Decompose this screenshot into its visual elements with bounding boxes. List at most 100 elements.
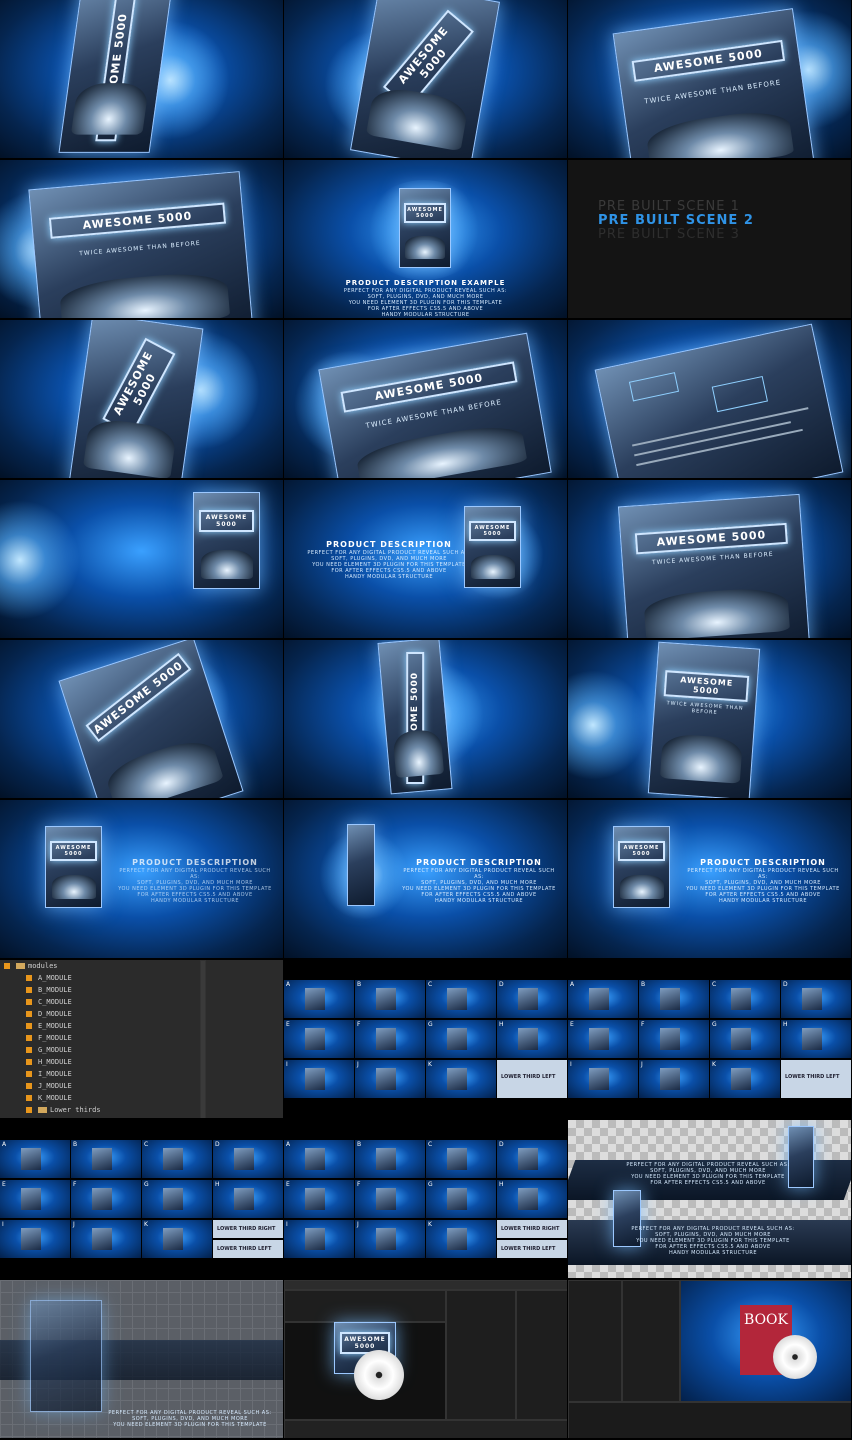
tree-item[interactable]: B_MODULE xyxy=(0,984,200,996)
tree-item[interactable]: H_MODULE xyxy=(0,1056,200,1068)
thumb-c[interactable]: C xyxy=(426,980,496,1018)
thumb-h[interactable]: H xyxy=(213,1180,283,1218)
thumb-f[interactable]: F xyxy=(639,1020,709,1058)
box-logo: AWESOME 5000 xyxy=(199,510,254,533)
tree-folder-lower-thirds[interactable]: Lower thirds xyxy=(0,1104,200,1116)
thumb-g[interactable]: G xyxy=(142,1180,212,1218)
description-block: PRODUCT DESCRIPTION PERFECT FOR ANY DIGI… xyxy=(399,858,559,904)
tree-item[interactable]: J_MODULE xyxy=(0,1080,200,1092)
thumb-c[interactable]: C xyxy=(142,1140,212,1178)
thumb-i[interactable]: I xyxy=(0,1220,70,1258)
product-box: AWESOME 5000 TWICE AWESOME THAN BEFORE xyxy=(617,493,811,638)
thumb-j[interactable]: J xyxy=(355,1220,425,1258)
box-car-image xyxy=(58,269,231,318)
thumb-k[interactable]: K xyxy=(426,1060,496,1098)
panel-divider[interactable] xyxy=(200,960,206,1118)
thumb-c[interactable]: C xyxy=(426,1140,496,1178)
thumb-f[interactable]: F xyxy=(355,1180,425,1218)
thumb-e[interactable]: E xyxy=(284,1020,354,1058)
thumb-lower-third-right[interactable]: LOWER THIRD RIGHT xyxy=(497,1220,567,1238)
product-box: AWESOME 5000 xyxy=(58,640,244,798)
frame-21-mosaic: A B C D E F G H I J K LOWER THIRD LEFT xyxy=(568,960,851,1118)
box-car-image xyxy=(51,875,96,899)
thumb-b[interactable]: B xyxy=(355,980,425,1018)
thumb-lower-third-right[interactable]: LOWER THIRD RIGHT xyxy=(213,1220,283,1238)
box-car-image xyxy=(405,235,445,260)
frame-16: AWESOME 5000 PRODUCT DESCRIPTION PERFECT… xyxy=(0,800,283,958)
thumb-f[interactable]: F xyxy=(71,1180,141,1218)
tree-item[interactable]: E_MODULE xyxy=(0,1020,200,1032)
frame-12: AWESOME 5000 TWICE AWESOME THAN BEFORE xyxy=(568,480,851,638)
thumb-lower-third-left[interactable]: LOWER THIRD LEFT xyxy=(497,1060,567,1098)
tree-item[interactable]: A_MODULE xyxy=(0,972,200,984)
box-logo: AWESOME 5000 xyxy=(635,522,788,555)
product-box: AWESOME 5000 xyxy=(613,826,670,908)
thumb-d[interactable]: D xyxy=(213,1140,283,1178)
tree-item[interactable]: K_MODULE xyxy=(0,1092,200,1104)
frame-7: AWESOME 5000 xyxy=(0,320,283,478)
tree-item[interactable]: I_MODULE xyxy=(0,1068,200,1080)
description-line: FOR AFTER EFFECTS CS5.5 AND ABOVE xyxy=(650,1180,766,1186)
frame-1: AWESOME 5000 xyxy=(0,0,283,158)
frame-9 xyxy=(568,320,851,478)
box-logo: AWESOME 5000 xyxy=(85,652,192,742)
frame-13: AWESOME 5000 xyxy=(0,640,283,798)
scene-item-3[interactable]: PRE BUILT SCENE 3 xyxy=(598,228,754,242)
thumb-i[interactable]: I xyxy=(284,1060,354,1098)
frame-3: AWESOME 5000 TWICE AWESOME THAN BEFORE xyxy=(568,0,851,158)
tree-folder-modules[interactable]: modules xyxy=(0,960,200,972)
thumb-d[interactable]: D xyxy=(781,980,851,1018)
thumb-j[interactable]: J xyxy=(71,1220,141,1258)
thumb-h[interactable]: H xyxy=(781,1020,851,1058)
dvd-disc xyxy=(773,1335,817,1379)
tree-item[interactable]: C_MODULE xyxy=(0,996,200,1008)
box-logo: AWESOME 5000 xyxy=(618,841,665,862)
thumb-e[interactable]: E xyxy=(284,1180,354,1218)
thumb-j[interactable]: J xyxy=(639,1060,709,1098)
box-car-image xyxy=(643,585,791,638)
tree-item[interactable]: G_MODULE xyxy=(0,1044,200,1056)
thumb-k[interactable]: K xyxy=(142,1220,212,1258)
scene-item-2[interactable]: PRE BUILT SCENE 2 xyxy=(598,214,754,228)
thumb-a[interactable]: A xyxy=(284,980,354,1018)
tree-item[interactable]: D_MODULE xyxy=(0,1008,200,1020)
thumb-h[interactable]: H xyxy=(497,1020,567,1058)
description-heading: PRODUCT DESCRIPTION xyxy=(132,858,258,867)
thumb-lower-third-left[interactable]: LOWER THIRD LEFT xyxy=(781,1060,851,1098)
thumb-a[interactable]: A xyxy=(0,1140,70,1178)
thumb-i[interactable]: I xyxy=(284,1220,354,1258)
thumb-h[interactable]: H xyxy=(497,1180,567,1218)
scene-item-1[interactable]: PRE BUILT SCENE 1 xyxy=(598,200,754,214)
thumb-k[interactable]: K xyxy=(710,1060,780,1098)
thumb-g[interactable]: G xyxy=(710,1020,780,1058)
thumb-g[interactable]: G xyxy=(426,1020,496,1058)
thumb-j[interactable]: J xyxy=(355,1060,425,1098)
scene-panel xyxy=(284,1290,446,1322)
dvd-disc xyxy=(354,1350,404,1400)
thumb-g[interactable]: G xyxy=(426,1180,496,1218)
thumb-k[interactable]: K xyxy=(426,1220,496,1258)
product-box: AWESOME 5000 xyxy=(349,0,501,158)
thumb-lower-third-left[interactable]: LOWER THIRD LEFT xyxy=(213,1240,283,1258)
thumb-f[interactable]: F xyxy=(355,1020,425,1058)
description-block: PERFECT FOR ANY DIGITAL PRODUCT REVEAL S… xyxy=(100,1410,280,1428)
box-logo: AWESOME 5000 xyxy=(102,337,176,435)
tree-item[interactable]: F_MODULE xyxy=(0,1032,200,1044)
box-logo: AWESOME 5000 xyxy=(404,203,446,224)
description-heading: PRODUCT DESCRIPTION xyxy=(326,540,452,549)
thumb-e[interactable]: E xyxy=(0,1180,70,1218)
thumb-b[interactable]: B xyxy=(71,1140,141,1178)
thumb-lower-third-left[interactable]: LOWER THIRD LEFT xyxy=(497,1240,567,1258)
description-line: PERFECT FOR ANY DIGITAL PRODUCT REVEAL S… xyxy=(687,868,839,880)
thumb-d[interactable]: D xyxy=(497,1140,567,1178)
thumb-e[interactable]: E xyxy=(568,1020,638,1058)
thumb-b[interactable]: B xyxy=(355,1140,425,1178)
thumb-a[interactable]: A xyxy=(568,980,638,1018)
box-car-image xyxy=(82,416,178,478)
thumbnail-grid: A B C D E F G H I J K LOWER THIRD RIGHT … xyxy=(0,1140,283,1258)
thumb-c[interactable]: C xyxy=(710,980,780,1018)
thumb-i[interactable]: I xyxy=(568,1060,638,1098)
thumb-a[interactable]: A xyxy=(284,1140,354,1178)
thumb-d[interactable]: D xyxy=(497,980,567,1018)
thumb-b[interactable]: B xyxy=(639,980,709,1018)
